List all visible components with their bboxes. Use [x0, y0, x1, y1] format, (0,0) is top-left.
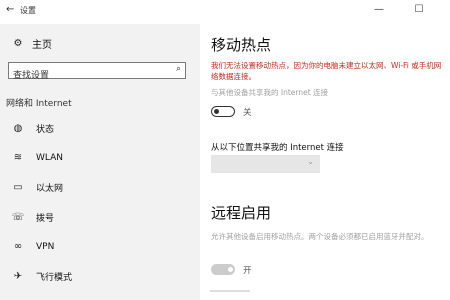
remote-enable-toggle[interactable]	[211, 264, 235, 275]
share-from-select[interactable]: ⌄	[211, 155, 320, 173]
main-content: 移动热点 我们无法设置移动热点，因为你的电脑未建立以太网、Wi-Fi 或手机网络…	[200, 24, 450, 300]
toggle-knob	[214, 108, 219, 114]
sidebar-item-label: 拨号	[36, 214, 55, 224]
window-title: 设置	[20, 6, 36, 15]
dialup-icon: ☏	[11, 212, 25, 223]
sidebar-item-ethernet[interactable]: ▭ 以太网	[10, 181, 63, 194]
sidebar-item-airplane[interactable]: ✈ 飞行模式	[10, 270, 72, 283]
sidebar-item-status[interactable]: ◍ 状态	[10, 122, 54, 135]
sidebar-item-label: VPN	[36, 241, 55, 252]
toggle-knob	[228, 267, 233, 272]
hotspot-title: 移动热点	[211, 36, 272, 54]
search-box[interactable]: ⌕	[8, 62, 186, 84]
search-input[interactable]	[9, 68, 167, 84]
maximize-button[interactable]: ☐	[408, 3, 430, 17]
chevron-down-icon: ⌄	[307, 157, 314, 166]
sidebar-item-label: 主页	[32, 40, 52, 51]
monitor-icon: ▭	[13, 182, 23, 193]
share-connection-label: 与其他设备共享我的 Internet 连接	[211, 88, 329, 97]
airplane-icon: ✈	[13, 271, 23, 282]
sidebar-item-wlan[interactable]: ≋ WLAN	[10, 152, 63, 163]
hotspot-toggle[interactable]	[211, 106, 235, 117]
section-title: 网络和 Internet	[6, 99, 72, 109]
sidebar-item-home[interactable]: ⚙ 主页	[10, 36, 52, 51]
gear-icon: ⚙	[13, 38, 23, 49]
sidebar-item-vpn[interactable]: ∞ VPN	[10, 241, 55, 252]
wifi-icon: ≋	[13, 152, 23, 163]
remote-enable-description: 允许其他设备启用移动热点。两个设备必须都已启用蓝牙并配对。	[211, 232, 429, 241]
share-from-label: 从以下位置共享我的 Internet 连接	[211, 143, 344, 153]
search-icon[interactable]: ⌕	[176, 64, 181, 74]
globe-icon: ◍	[13, 123, 23, 134]
cut-off-text-fragment	[210, 290, 250, 292]
hotspot-error-message: 我们无法设置移动热点，因为你的电脑未建立以太网、Wi-Fi 或手机网络数据连接。	[211, 61, 442, 81]
title-bar: ← 设置 — ☐	[0, 0, 450, 24]
remote-toggle-state: 开	[243, 266, 252, 276]
hotspot-toggle-state: 关	[243, 108, 252, 118]
back-arrow-icon[interactable]: ←	[6, 4, 14, 15]
sidebar: ⚙ 主页 ⌕ 网络和 Internet ◍ 状态 ≋ WLAN ▭ 以太网 ☏ …	[0, 24, 200, 300]
sidebar-item-label: 以太网	[36, 184, 64, 194]
sidebar-item-label: WLAN	[36, 152, 64, 163]
minimize-button[interactable]: —	[368, 3, 390, 17]
sidebar-item-label: 状态	[36, 125, 55, 135]
sidebar-item-dialup[interactable]: ☏ 拨号	[10, 211, 54, 224]
sidebar-item-label: 飞行模式	[36, 273, 73, 283]
vpn-icon: ∞	[13, 241, 23, 252]
remote-enable-title: 远程启用	[211, 204, 272, 222]
